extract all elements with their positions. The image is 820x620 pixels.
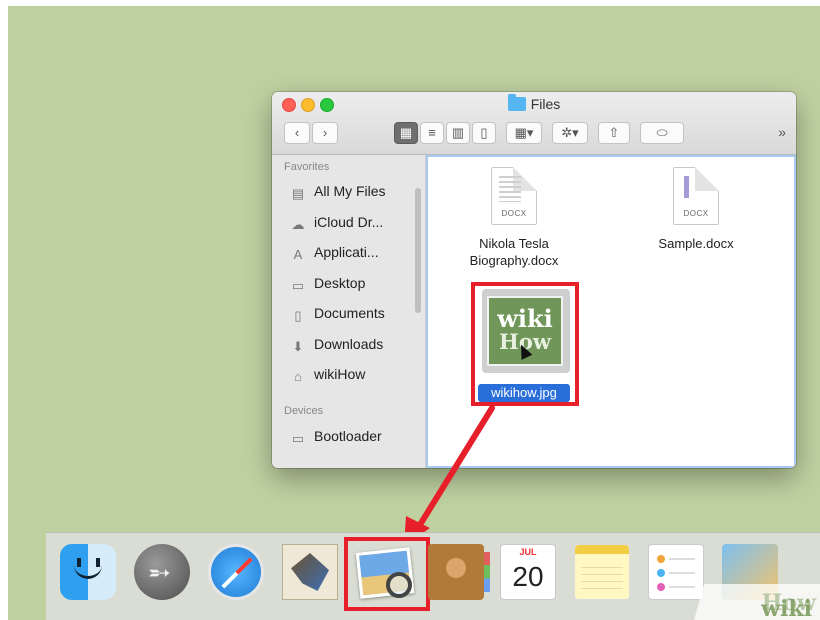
tutorial-screenshot: Files ‹ › ▦ ≡ ▥ ▯ ▦▾ ✲▾ ⇧ ⬭ » Favorites … [0,0,820,620]
calendar-icon[interactable]: JUL 20 [500,544,556,600]
watermark-wiki: wiki [761,596,812,620]
mail-icon[interactable] [282,544,338,600]
wikihow-watermark: wiki How [694,584,820,620]
calendar-month: JUL [519,547,537,557]
reminders-icon[interactable] [648,544,704,600]
highlight-box-preview [344,537,430,611]
finder-icon[interactable] [60,544,116,600]
notes-icon[interactable] [574,544,630,600]
drag-arrow-icon [404,405,495,546]
launchpad-icon[interactable]: ➶ [134,544,190,600]
safari-icon[interactable] [208,544,264,600]
contacts-icon[interactable] [428,544,490,600]
calendar-day: 20 [512,561,544,592]
